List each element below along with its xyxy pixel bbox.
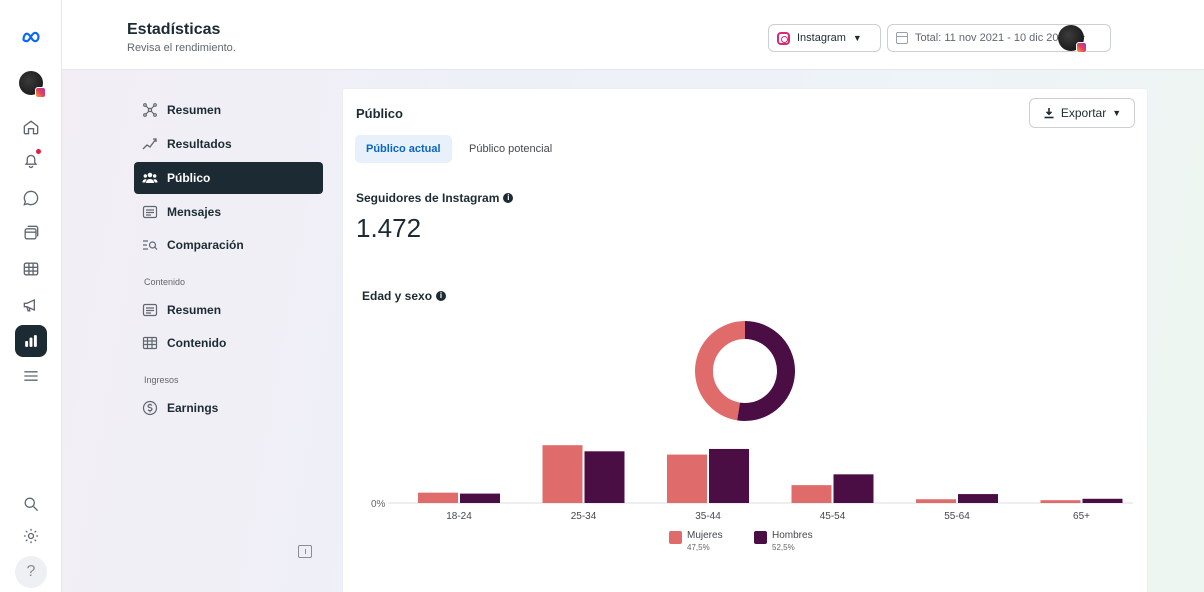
dollar-icon	[142, 400, 158, 416]
page-title: Estadísticas	[127, 21, 221, 38]
x-tick-label: 65+	[1073, 511, 1090, 522]
date-range-value: Total: 11 nov 2021 - 10 dic 2024	[915, 32, 1071, 44]
bar-hombres-55-64	[958, 494, 998, 503]
megaphone-icon[interactable]	[14, 288, 48, 322]
overview-icon	[142, 102, 158, 118]
search-icon[interactable]	[14, 487, 48, 521]
bar-mujeres-45-54	[791, 485, 832, 503]
chat-icon[interactable]	[14, 181, 48, 215]
donut-slice-mujeres	[695, 321, 746, 421]
bar-mujeres-55-64	[916, 499, 956, 503]
account-select[interactable]: Instagram ▼	[768, 24, 881, 52]
nav-section-ingresos: Ingresos	[144, 375, 179, 385]
y-tick-label: 0%	[371, 499, 386, 510]
instagram-badge-icon	[1076, 42, 1087, 53]
bar-mujeres-18-24	[418, 492, 458, 503]
nav-item-contenido[interactable]: Contenido	[134, 327, 323, 359]
help-icon[interactable]: ?	[15, 556, 47, 588]
x-tick-label: 55-64	[944, 511, 970, 522]
left-rail: ?	[0, 0, 62, 592]
nav-item-resultados[interactable]: Resultados	[134, 128, 323, 160]
legend-item-women: Mujeres 47,5%	[669, 530, 723, 552]
nav-item-label: Resultados	[167, 137, 232, 151]
instagram-badge-icon	[35, 87, 46, 98]
nav-item-label: Comparación	[167, 238, 244, 252]
nav-item-resumen[interactable]: Resumen	[134, 94, 323, 126]
donut-slice-hombres	[737, 321, 795, 421]
bar-hombres-45-54	[833, 474, 874, 503]
people-icon	[142, 170, 158, 186]
grid-icon	[142, 335, 158, 351]
account-select-value: Instagram	[797, 32, 846, 44]
trend-icon	[142, 136, 158, 152]
x-tick-label: 25-34	[571, 511, 597, 522]
insights-icon[interactable]	[15, 325, 47, 357]
nav-item-mensajes[interactable]: Mensajes	[134, 196, 323, 228]
legend-swatch-men	[754, 531, 767, 544]
age-gender-chart: 0% 18-24 25-34 35-44 45-54 55-64 65+	[371, 321, 1133, 522]
legend-swatch-women	[669, 531, 682, 544]
collapse-sidebar-icon[interactable]	[298, 545, 312, 558]
nav-section-contenido: Contenido	[144, 277, 186, 287]
calendar-icon	[896, 32, 908, 44]
messages-icon	[142, 204, 158, 220]
notification-dot	[36, 149, 41, 154]
bar-hombres-65+	[1082, 498, 1123, 503]
page-subtitle: Revisa el rendimiento.	[127, 42, 236, 54]
nav-item-label: Mensajes	[167, 205, 222, 219]
pages-icon[interactable]	[14, 216, 48, 250]
nav-item-comparacion[interactable]: Comparación	[134, 229, 323, 261]
nav-item-label: Earnings	[167, 401, 219, 415]
nav-item-content-resumen[interactable]: Resumen	[134, 294, 323, 326]
nav-item-earnings[interactable]: Earnings	[134, 392, 323, 424]
content-overview-icon	[142, 302, 158, 318]
nav-item-publico[interactable]: Público	[134, 162, 323, 194]
nav-item-label: Contenido	[167, 336, 227, 350]
home-icon[interactable]	[14, 110, 48, 144]
account-avatar[interactable]	[19, 71, 46, 98]
x-tick-label: 45-54	[820, 511, 846, 522]
legend-item-men: Hombres 52,5%	[754, 530, 813, 552]
instagram-icon	[777, 31, 790, 45]
legend-label-women: Mujeres	[687, 530, 723, 541]
bar-mujeres-35-44	[667, 454, 707, 503]
bar-mujeres-25-34	[542, 445, 583, 503]
x-tick-label: 18-24	[446, 511, 472, 522]
compare-icon	[142, 237, 158, 253]
bell-icon[interactable]	[14, 143, 48, 177]
audience-card: Público Exportar ▼ Público actual Públic…	[343, 89, 1147, 592]
nav-item-label: Resumen	[167, 103, 222, 117]
bar-hombres-25-34	[584, 451, 625, 503]
menu-icon[interactable]	[14, 359, 48, 393]
bar-hombres-18-24	[460, 493, 500, 503]
gear-icon[interactable]	[14, 519, 48, 553]
legend-pct-women: 47,5%	[687, 543, 710, 552]
legend-pct-men: 52,5%	[772, 543, 795, 552]
nav-item-label: Resumen	[167, 303, 222, 317]
table-icon[interactable]	[14, 252, 48, 286]
meta-logo-icon[interactable]	[14, 20, 48, 54]
x-tick-label: 35-44	[695, 511, 721, 522]
profile-avatar[interactable]	[1058, 25, 1087, 53]
legend-label-men: Hombres	[772, 530, 813, 541]
chevron-down-icon: ▼	[852, 33, 862, 43]
bar-mujeres-65+	[1040, 500, 1081, 503]
nav-item-label: Público	[167, 171, 211, 185]
bar-hombres-35-44	[709, 448, 749, 503]
